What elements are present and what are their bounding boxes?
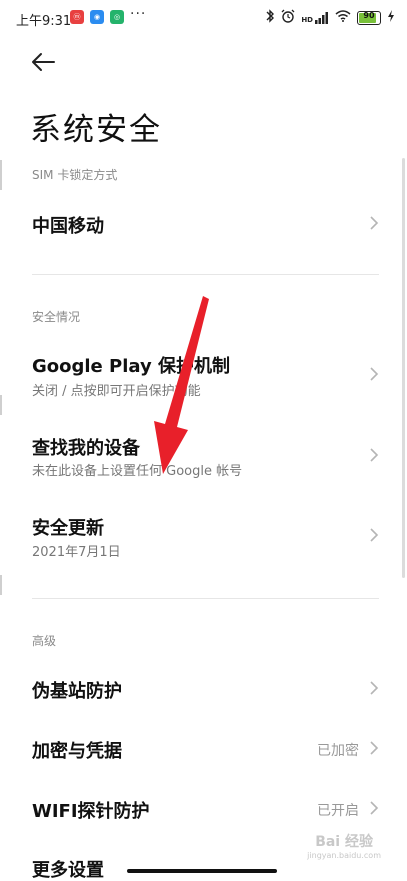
watermark-line2: jingyan.baidu.com [307, 851, 381, 860]
watermark-line1: Bai 经验 [315, 834, 373, 850]
list-item-title: Google Play 保护机制 [32, 356, 230, 377]
notification-app-icon: ◉ [90, 10, 104, 24]
list-item-title: 更多设置 [32, 860, 104, 881]
notification-app-icon: ⓜ [70, 10, 84, 24]
list-item-subtitle: 未在此设备上设置任何 Google 帐号 [32, 464, 243, 479]
list-item-title: 伪基站防护 [32, 681, 122, 702]
bluetooth-icon [265, 9, 275, 26]
list-item-subtitle: 关闭 / 点按即可开启保护功能 [32, 384, 201, 399]
list-item-title: 安全更新 [32, 518, 104, 539]
list-item-value: 已加密 [317, 743, 359, 759]
battery-level: 90 [363, 10, 375, 20]
back-button[interactable] [30, 52, 66, 82]
list-item-sim-carrier[interactable]: 中国移动 [0, 186, 407, 262]
list-item-title: 查找我的设备 [32, 438, 140, 459]
status-bar: 上午9:31 ⓜ ◉ ◎ ··· HD 90 [0, 0, 407, 34]
notification-app-icon: ◎ [110, 10, 124, 24]
section-header-security: 安全情况 [32, 310, 81, 324]
chevron-right-icon [370, 528, 379, 542]
divider [32, 598, 379, 599]
chevron-right-icon [370, 448, 379, 462]
list-item-title: 加密与凭据 [32, 741, 122, 762]
hd-label: HD [301, 15, 313, 24]
watermark-logo: Bai 经验 jingyan.baidu.com [307, 834, 381, 862]
list-item-security-update[interactable]: 安全更新 2021年7月1日 [0, 498, 407, 574]
home-indicator[interactable] [127, 869, 277, 873]
charging-icon [387, 10, 395, 25]
signal-icon: HD [301, 11, 329, 24]
list-item-title: 中国移动 [32, 216, 104, 237]
list-item-title: WIFI探针防护 [32, 801, 150, 822]
chevron-right-icon [370, 681, 379, 695]
wifi-icon [335, 10, 351, 25]
chevron-right-icon [370, 801, 379, 815]
list-item-subtitle: 2021年7月1日 [32, 545, 121, 560]
back-arrow-icon [32, 53, 55, 71]
edge-shadow [0, 575, 2, 595]
section-header-sim: SIM 卡锁定方式 [32, 168, 118, 182]
alarm-icon [281, 9, 295, 26]
chevron-right-icon [370, 367, 379, 381]
page-title: 系统安全 [30, 112, 162, 148]
list-item-google-play-protect[interactable]: Google Play 保护机制 关闭 / 点按即可开启保护功能 [0, 336, 407, 412]
list-item-find-my-device[interactable]: 查找我的设备 未在此设备上设置任何 Google 帐号 [0, 418, 407, 494]
divider [32, 274, 379, 275]
chevron-right-icon [370, 216, 379, 230]
section-header-advanced: 高级 [32, 634, 57, 648]
list-item-value: 已开启 [317, 803, 359, 819]
status-time: 上午9:31 [16, 14, 72, 29]
more-notifications-icon: ··· [130, 6, 147, 22]
chevron-right-icon [370, 741, 379, 755]
battery-icon: 90 [357, 10, 381, 25]
